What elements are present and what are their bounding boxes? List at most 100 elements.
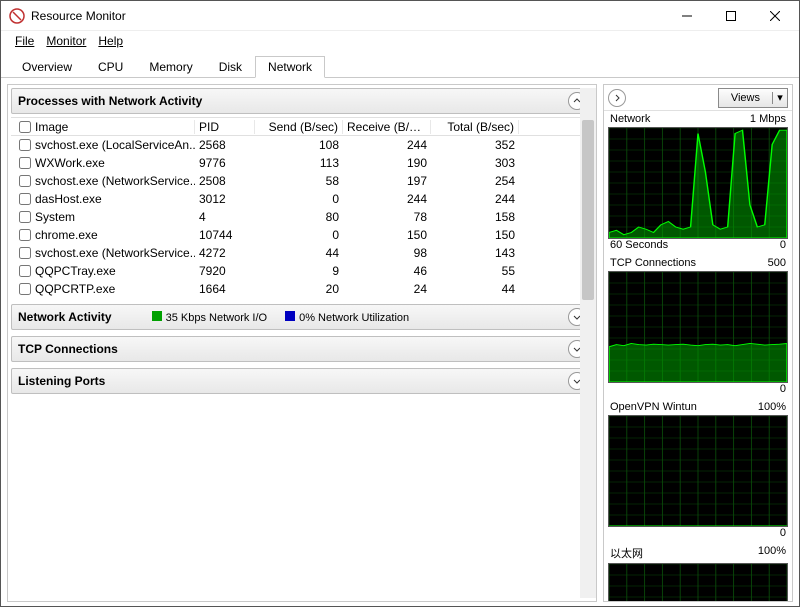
chart-block: TCP Connections5000	[604, 255, 792, 397]
cell-pid: 9776	[195, 156, 255, 170]
chart-scale: 1 Mbps	[750, 113, 786, 125]
cell-image: dasHost.exe	[35, 192, 102, 206]
row-checkbox[interactable]	[19, 265, 31, 277]
cell-send: 0	[255, 228, 343, 242]
chart-footer-right: 0	[780, 527, 786, 539]
row-checkbox[interactable]	[19, 229, 31, 241]
cell-send: 108	[255, 138, 343, 152]
cell-total: 303	[431, 156, 519, 170]
tab-cpu[interactable]: CPU	[85, 56, 136, 78]
chart-title: 以太网	[610, 545, 643, 561]
cell-send: 0	[255, 192, 343, 206]
util-swatch	[285, 311, 295, 321]
cell-pid: 1664	[195, 282, 255, 296]
collapse-right-button[interactable]	[608, 89, 626, 107]
table-row[interactable]: svchost.exe (NetworkService...2508581972…	[11, 172, 593, 190]
left-pane: Processes with Network Activity Image PI…	[7, 84, 597, 602]
cell-pid: 2568	[195, 138, 255, 152]
cell-receive: 78	[343, 210, 431, 224]
cell-send: 113	[255, 156, 343, 170]
tab-network[interactable]: Network	[255, 56, 325, 78]
col-image[interactable]: Image	[15, 120, 195, 134]
chart-scale: 100%	[758, 401, 786, 413]
scrollbar-thumb[interactable]	[582, 120, 594, 300]
cell-image: svchost.exe (LocalServiceAn...	[35, 138, 195, 152]
chart-scale: 100%	[758, 545, 786, 561]
row-checkbox[interactable]	[19, 283, 31, 295]
cell-receive: 244	[343, 192, 431, 206]
views-button[interactable]: Views ▾	[718, 88, 788, 108]
chart-area	[608, 127, 788, 239]
col-total[interactable]: Total (B/sec)	[431, 120, 519, 134]
table-row[interactable]: chrome.exe107440150150	[11, 226, 593, 244]
tab-overview[interactable]: Overview	[9, 56, 85, 78]
table-row[interactable]: System48078158	[11, 208, 593, 226]
table-row[interactable]: svchost.exe (NetworkService...4272449814…	[11, 244, 593, 262]
cell-receive: 98	[343, 246, 431, 260]
tab-memory[interactable]: Memory	[136, 56, 205, 78]
cell-total: 143	[431, 246, 519, 260]
cell-receive: 197	[343, 174, 431, 188]
chart-block: 以太网 100%	[604, 543, 792, 601]
table-row[interactable]: QQPCTray.exe792094655	[11, 262, 593, 280]
table-row[interactable]: QQPCRTP.exe1664202444	[11, 280, 593, 298]
table-row[interactable]: dasHost.exe30120244244	[11, 190, 593, 208]
cell-pid: 2508	[195, 174, 255, 188]
section-header-processes[interactable]: Processes with Network Activity	[11, 88, 593, 114]
menu-help[interactable]: Help	[94, 34, 127, 48]
row-checkbox[interactable]	[19, 211, 31, 223]
cell-total: 244	[431, 192, 519, 206]
cell-image: QQPCTray.exe	[35, 264, 116, 278]
menu-file[interactable]: File	[11, 34, 38, 48]
row-checkbox[interactable]	[19, 139, 31, 151]
processes-grid: Image PID Send (B/sec) Receive (B/sec) T…	[11, 117, 593, 298]
cell-pid: 10744	[195, 228, 255, 242]
row-checkbox[interactable]	[19, 175, 31, 187]
table-row[interactable]: svchost.exe (LocalServiceAn...2568108244…	[11, 136, 593, 154]
maximize-button[interactable]	[709, 2, 753, 30]
cell-send: 58	[255, 174, 343, 188]
col-send[interactable]: Send (B/sec)	[255, 120, 343, 134]
chart-footer-left: 60 Seconds	[610, 239, 668, 251]
col-pid[interactable]: PID	[195, 120, 255, 134]
cell-pid: 4272	[195, 246, 255, 260]
cell-image: WXWork.exe	[35, 156, 105, 170]
section-title: Network Activity	[18, 310, 112, 324]
row-checkbox[interactable]	[19, 193, 31, 205]
cell-receive: 46	[343, 264, 431, 278]
section-header-activity[interactable]: Network Activity 35 Kbps Network I/O 0% …	[11, 304, 593, 330]
cell-send: 20	[255, 282, 343, 296]
table-row[interactable]: WXWork.exe 9776113190303	[11, 154, 593, 172]
cell-pid: 7920	[195, 264, 255, 278]
chart-footer-right: 0	[780, 239, 786, 251]
cell-image: chrome.exe	[35, 228, 98, 242]
right-toolbar: Views ▾	[604, 85, 792, 111]
tabstrip: Overview CPU Memory Disk Network	[1, 51, 799, 78]
section-header-listening[interactable]: Listening Ports	[11, 368, 593, 394]
minimize-button[interactable]	[665, 2, 709, 30]
chart-area	[608, 563, 788, 601]
cell-total: 44	[431, 282, 519, 296]
cell-receive: 244	[343, 138, 431, 152]
chart-block: OpenVPN Wintun 100% 0	[604, 399, 792, 541]
chart-title: OpenVPN Wintun	[610, 401, 697, 413]
window-titlebar: Resource Monitor	[1, 1, 799, 31]
cell-send: 80	[255, 210, 343, 224]
left-scrollbar[interactable]	[580, 88, 596, 598]
close-button[interactable]	[753, 2, 797, 30]
section-header-tcp[interactable]: TCP Connections	[11, 336, 593, 362]
tab-disk[interactable]: Disk	[206, 56, 255, 78]
chart-area	[608, 271, 788, 383]
cell-receive: 190	[343, 156, 431, 170]
select-all-checkbox[interactable]	[19, 121, 31, 133]
chart-footer-right: 0	[780, 383, 786, 395]
col-receive[interactable]: Receive (B/sec)	[343, 120, 431, 134]
cell-pid: 3012	[195, 192, 255, 206]
menu-monitor[interactable]: Monitor	[42, 34, 90, 48]
io-swatch	[152, 311, 162, 321]
row-checkbox[interactable]	[19, 247, 31, 259]
row-checkbox[interactable]	[19, 157, 31, 169]
grid-header: Image PID Send (B/sec) Receive (B/sec) T…	[11, 118, 593, 136]
section-title: Processes with Network Activity	[18, 94, 202, 108]
cell-total: 254	[431, 174, 519, 188]
